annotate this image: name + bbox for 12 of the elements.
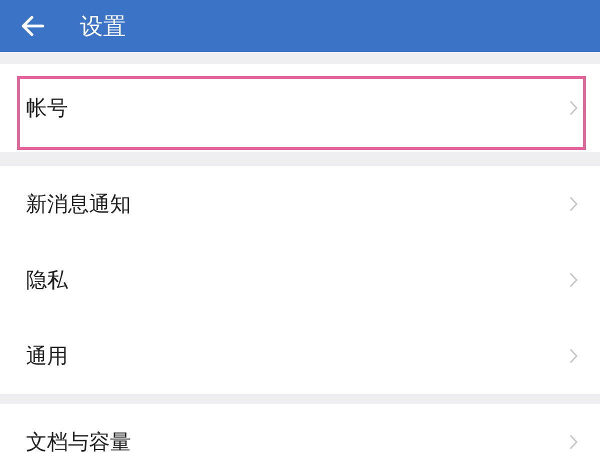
chevron-icon bbox=[569, 196, 578, 212]
settings-item[interactable]: 隐私 bbox=[0, 242, 600, 318]
settings-item[interactable]: 文档与容量 bbox=[0, 404, 600, 458]
chevron-icon bbox=[569, 348, 578, 364]
settings-item[interactable]: 帐号 bbox=[0, 64, 600, 152]
chevron-icon bbox=[569, 272, 578, 288]
chevron-icon bbox=[569, 100, 578, 116]
settings-item[interactable]: 新消息通知 bbox=[0, 166, 600, 242]
chevron-icon bbox=[569, 434, 578, 450]
settings-item[interactable]: 通用 bbox=[0, 318, 600, 394]
back-icon[interactable] bbox=[20, 13, 46, 39]
page-title: 设置 bbox=[80, 12, 126, 42]
